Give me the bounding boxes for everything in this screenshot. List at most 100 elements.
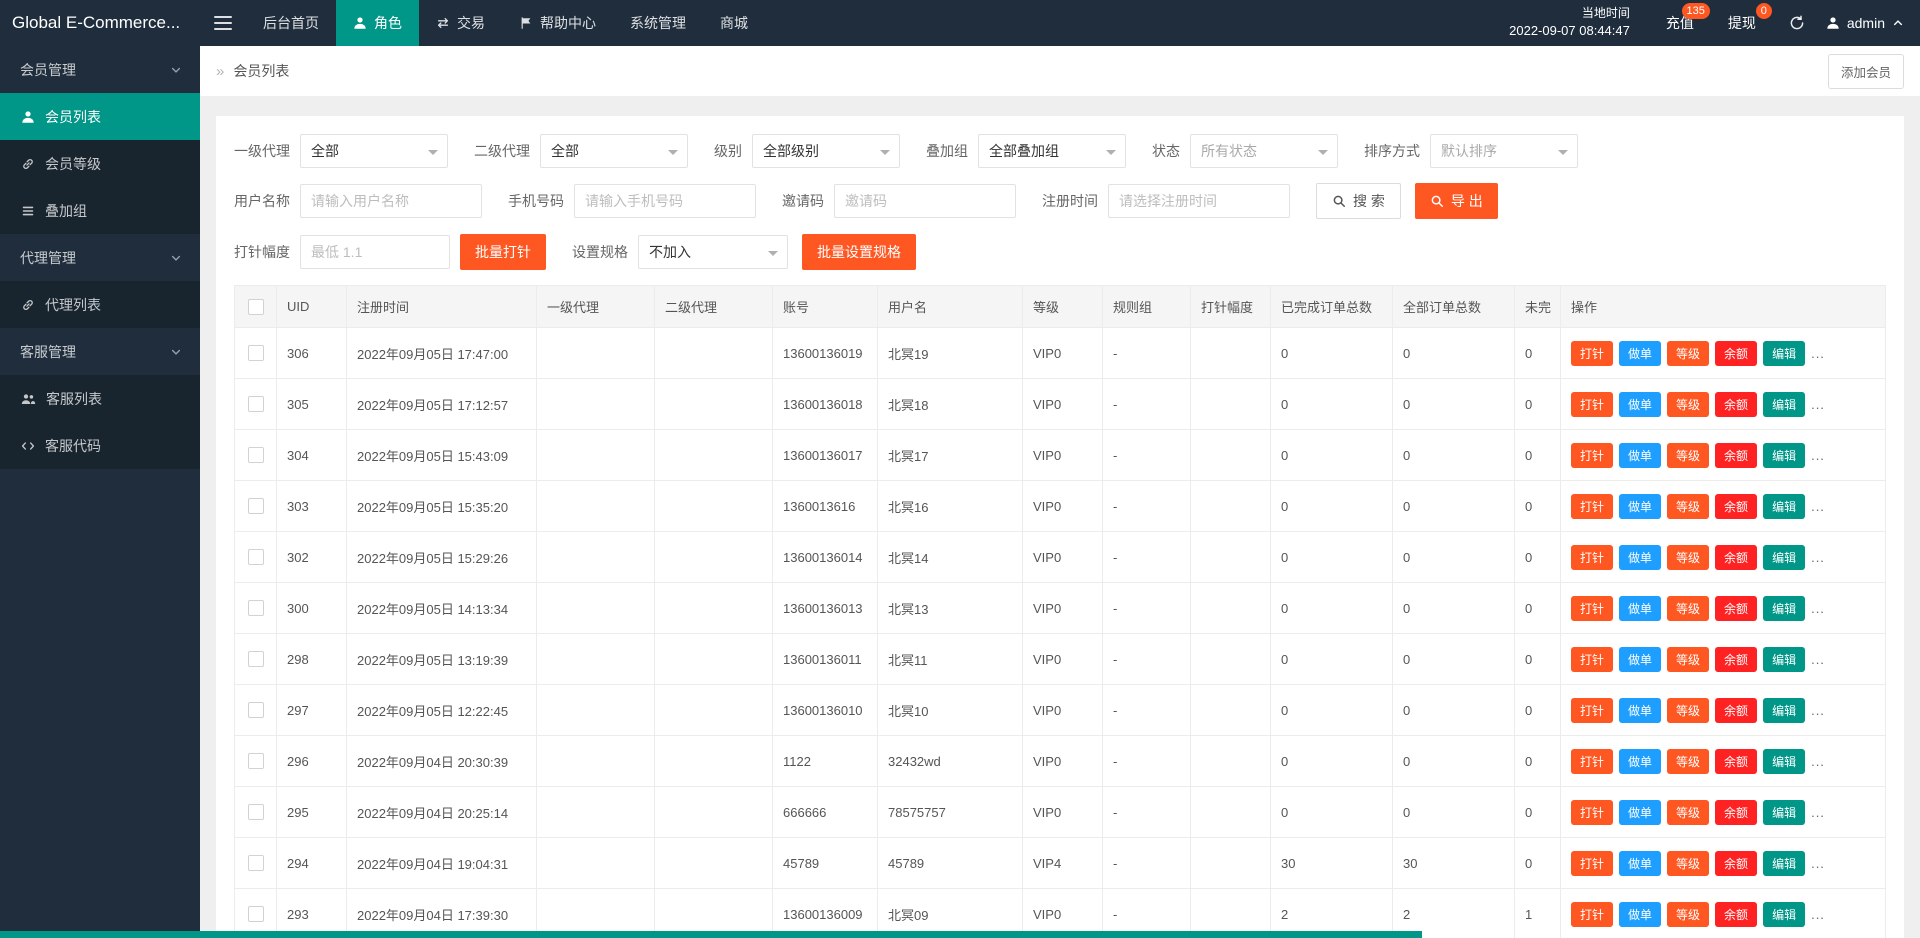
row-action-edit[interactable]: 编辑 (1763, 799, 1806, 825)
row-action-balance[interactable]: 余额 (1715, 799, 1758, 825)
nav-item-trade[interactable]: 交易 (419, 0, 502, 46)
row-action-inject[interactable]: 打针 (1571, 850, 1614, 876)
row-action-edit[interactable]: 编辑 (1763, 901, 1806, 927)
export-button[interactable]: 导 出 (1414, 183, 1498, 219)
row-action-level[interactable]: 等级 (1667, 901, 1710, 927)
withdraw-button[interactable]: 提现 0 (1716, 0, 1772, 46)
row-action-inject[interactable]: 打针 (1571, 799, 1614, 825)
row-checkbox[interactable] (247, 396, 264, 413)
nav-item-home[interactable]: 后台首页 (246, 0, 336, 46)
row-more-actions[interactable]: ... (1811, 652, 1825, 667)
row-more-actions[interactable]: ... (1811, 448, 1825, 463)
sidebar-section-member-management[interactable]: 会员管理 (0, 46, 200, 93)
row-action-edit[interactable]: 编辑 (1763, 850, 1806, 876)
row-action-make-order[interactable]: 做单 (1619, 595, 1662, 621)
sidebar-item-overlay-group[interactable]: 叠加组 (0, 187, 200, 234)
row-action-level[interactable]: 等级 (1667, 646, 1710, 672)
row-checkbox[interactable] (247, 702, 264, 719)
nav-item-role[interactable]: 角色 (336, 0, 419, 46)
collapse-sidebar-button[interactable] (200, 0, 246, 46)
row-action-inject[interactable]: 打针 (1571, 340, 1614, 366)
filter-select-sort[interactable]: 默认排序 (1430, 134, 1578, 168)
row-action-balance[interactable]: 余额 (1715, 493, 1758, 519)
recharge-button[interactable]: 充值 135 (1654, 0, 1710, 46)
row-checkbox[interactable] (247, 753, 264, 770)
row-action-balance[interactable]: 余额 (1715, 901, 1758, 927)
row-more-actions[interactable]: ... (1811, 907, 1825, 922)
row-more-actions[interactable]: ... (1811, 703, 1825, 718)
row-action-balance[interactable]: 余额 (1715, 697, 1758, 723)
row-action-inject[interactable]: 打针 (1571, 646, 1614, 672)
row-action-make-order[interactable]: 做单 (1619, 697, 1662, 723)
row-more-actions[interactable]: ... (1811, 754, 1825, 769)
sidebar-item-service-code[interactable]: 客服代码 (0, 422, 200, 469)
row-action-inject[interactable]: 打针 (1571, 442, 1614, 468)
refresh-button[interactable] (1778, 0, 1816, 46)
row-action-make-order[interactable]: 做单 (1619, 901, 1662, 927)
row-action-level[interactable]: 等级 (1667, 595, 1710, 621)
row-action-make-order[interactable]: 做单 (1619, 850, 1662, 876)
row-more-actions[interactable]: ... (1811, 856, 1825, 871)
filter-select-overlay-group[interactable]: 全部叠加组 (978, 134, 1126, 168)
row-action-make-order[interactable]: 做单 (1619, 646, 1662, 672)
row-checkbox[interactable] (247, 906, 264, 923)
row-action-inject[interactable]: 打针 (1571, 697, 1614, 723)
filter-select-status[interactable]: 所有状态 (1190, 134, 1338, 168)
sidebar-section-service-management[interactable]: 客服管理 (0, 328, 200, 375)
row-action-level[interactable]: 等级 (1667, 748, 1710, 774)
row-checkbox[interactable] (247, 855, 264, 872)
sidebar-item-member-level[interactable]: 会员等级 (0, 140, 200, 187)
row-action-level[interactable]: 等级 (1667, 799, 1710, 825)
row-action-balance[interactable]: 余额 (1715, 850, 1758, 876)
sidebar-item-service-list[interactable]: 客服列表 (0, 375, 200, 422)
row-action-edit[interactable]: 编辑 (1763, 748, 1806, 774)
inject-range-input[interactable] (300, 235, 450, 269)
row-action-balance[interactable]: 余额 (1715, 595, 1758, 621)
row-more-actions[interactable]: ... (1811, 601, 1825, 616)
row-action-level[interactable]: 等级 (1667, 391, 1710, 417)
row-action-make-order[interactable]: 做单 (1619, 799, 1662, 825)
sidebar-item-member-list[interactable]: 会员列表 (0, 93, 200, 140)
row-more-actions[interactable]: ... (1811, 499, 1825, 514)
spec-select[interactable]: 不加入 (638, 235, 788, 269)
user-menu[interactable]: admin (1816, 0, 1920, 46)
filter-select-level[interactable]: 全部级别 (752, 134, 900, 168)
row-action-inject[interactable]: 打针 (1571, 748, 1614, 774)
filter-input-reg-time[interactable] (1108, 184, 1290, 218)
row-action-level[interactable]: 等级 (1667, 493, 1710, 519)
row-action-make-order[interactable]: 做单 (1619, 442, 1662, 468)
row-checkbox[interactable] (247, 600, 264, 617)
row-action-balance[interactable]: 余额 (1715, 646, 1758, 672)
row-action-inject[interactable]: 打针 (1571, 391, 1614, 417)
row-action-inject[interactable]: 打针 (1571, 595, 1614, 621)
row-more-actions[interactable]: ... (1811, 397, 1825, 412)
row-action-level[interactable]: 等级 (1667, 544, 1710, 570)
sidebar-section-agent-management[interactable]: 代理管理 (0, 234, 200, 281)
row-action-balance[interactable]: 余额 (1715, 544, 1758, 570)
row-action-balance[interactable]: 余额 (1715, 340, 1758, 366)
row-more-actions[interactable]: ... (1811, 805, 1825, 820)
nav-item-system[interactable]: 系统管理 (613, 0, 703, 46)
filter-input-phone[interactable] (574, 184, 756, 218)
row-action-make-order[interactable]: 做单 (1619, 340, 1662, 366)
row-action-level[interactable]: 等级 (1667, 442, 1710, 468)
row-action-make-order[interactable]: 做单 (1619, 544, 1662, 570)
filter-input-username[interactable] (300, 184, 482, 218)
nav-item-help-center[interactable]: 帮助中心 (502, 0, 613, 46)
sidebar-item-agent-list[interactable]: 代理列表 (0, 281, 200, 328)
row-checkbox[interactable] (247, 549, 264, 566)
filter-select-agent2[interactable]: 全部 (540, 134, 688, 168)
select-all-checkbox[interactable] (247, 298, 264, 315)
row-action-edit[interactable]: 编辑 (1763, 646, 1806, 672)
add-member-button[interactable]: 添加会员 (1827, 53, 1904, 89)
row-action-inject[interactable]: 打针 (1571, 901, 1614, 927)
row-action-inject[interactable]: 打针 (1571, 544, 1614, 570)
row-action-level[interactable]: 等级 (1667, 697, 1710, 723)
row-action-level[interactable]: 等级 (1667, 340, 1710, 366)
row-action-edit[interactable]: 编辑 (1763, 442, 1806, 468)
row-checkbox[interactable] (247, 345, 264, 362)
batch-spec-button[interactable]: 批量设置规格 (802, 234, 916, 270)
row-action-edit[interactable]: 编辑 (1763, 544, 1806, 570)
row-checkbox[interactable] (247, 498, 264, 515)
batch-inject-button[interactable]: 批量打针 (460, 234, 546, 270)
